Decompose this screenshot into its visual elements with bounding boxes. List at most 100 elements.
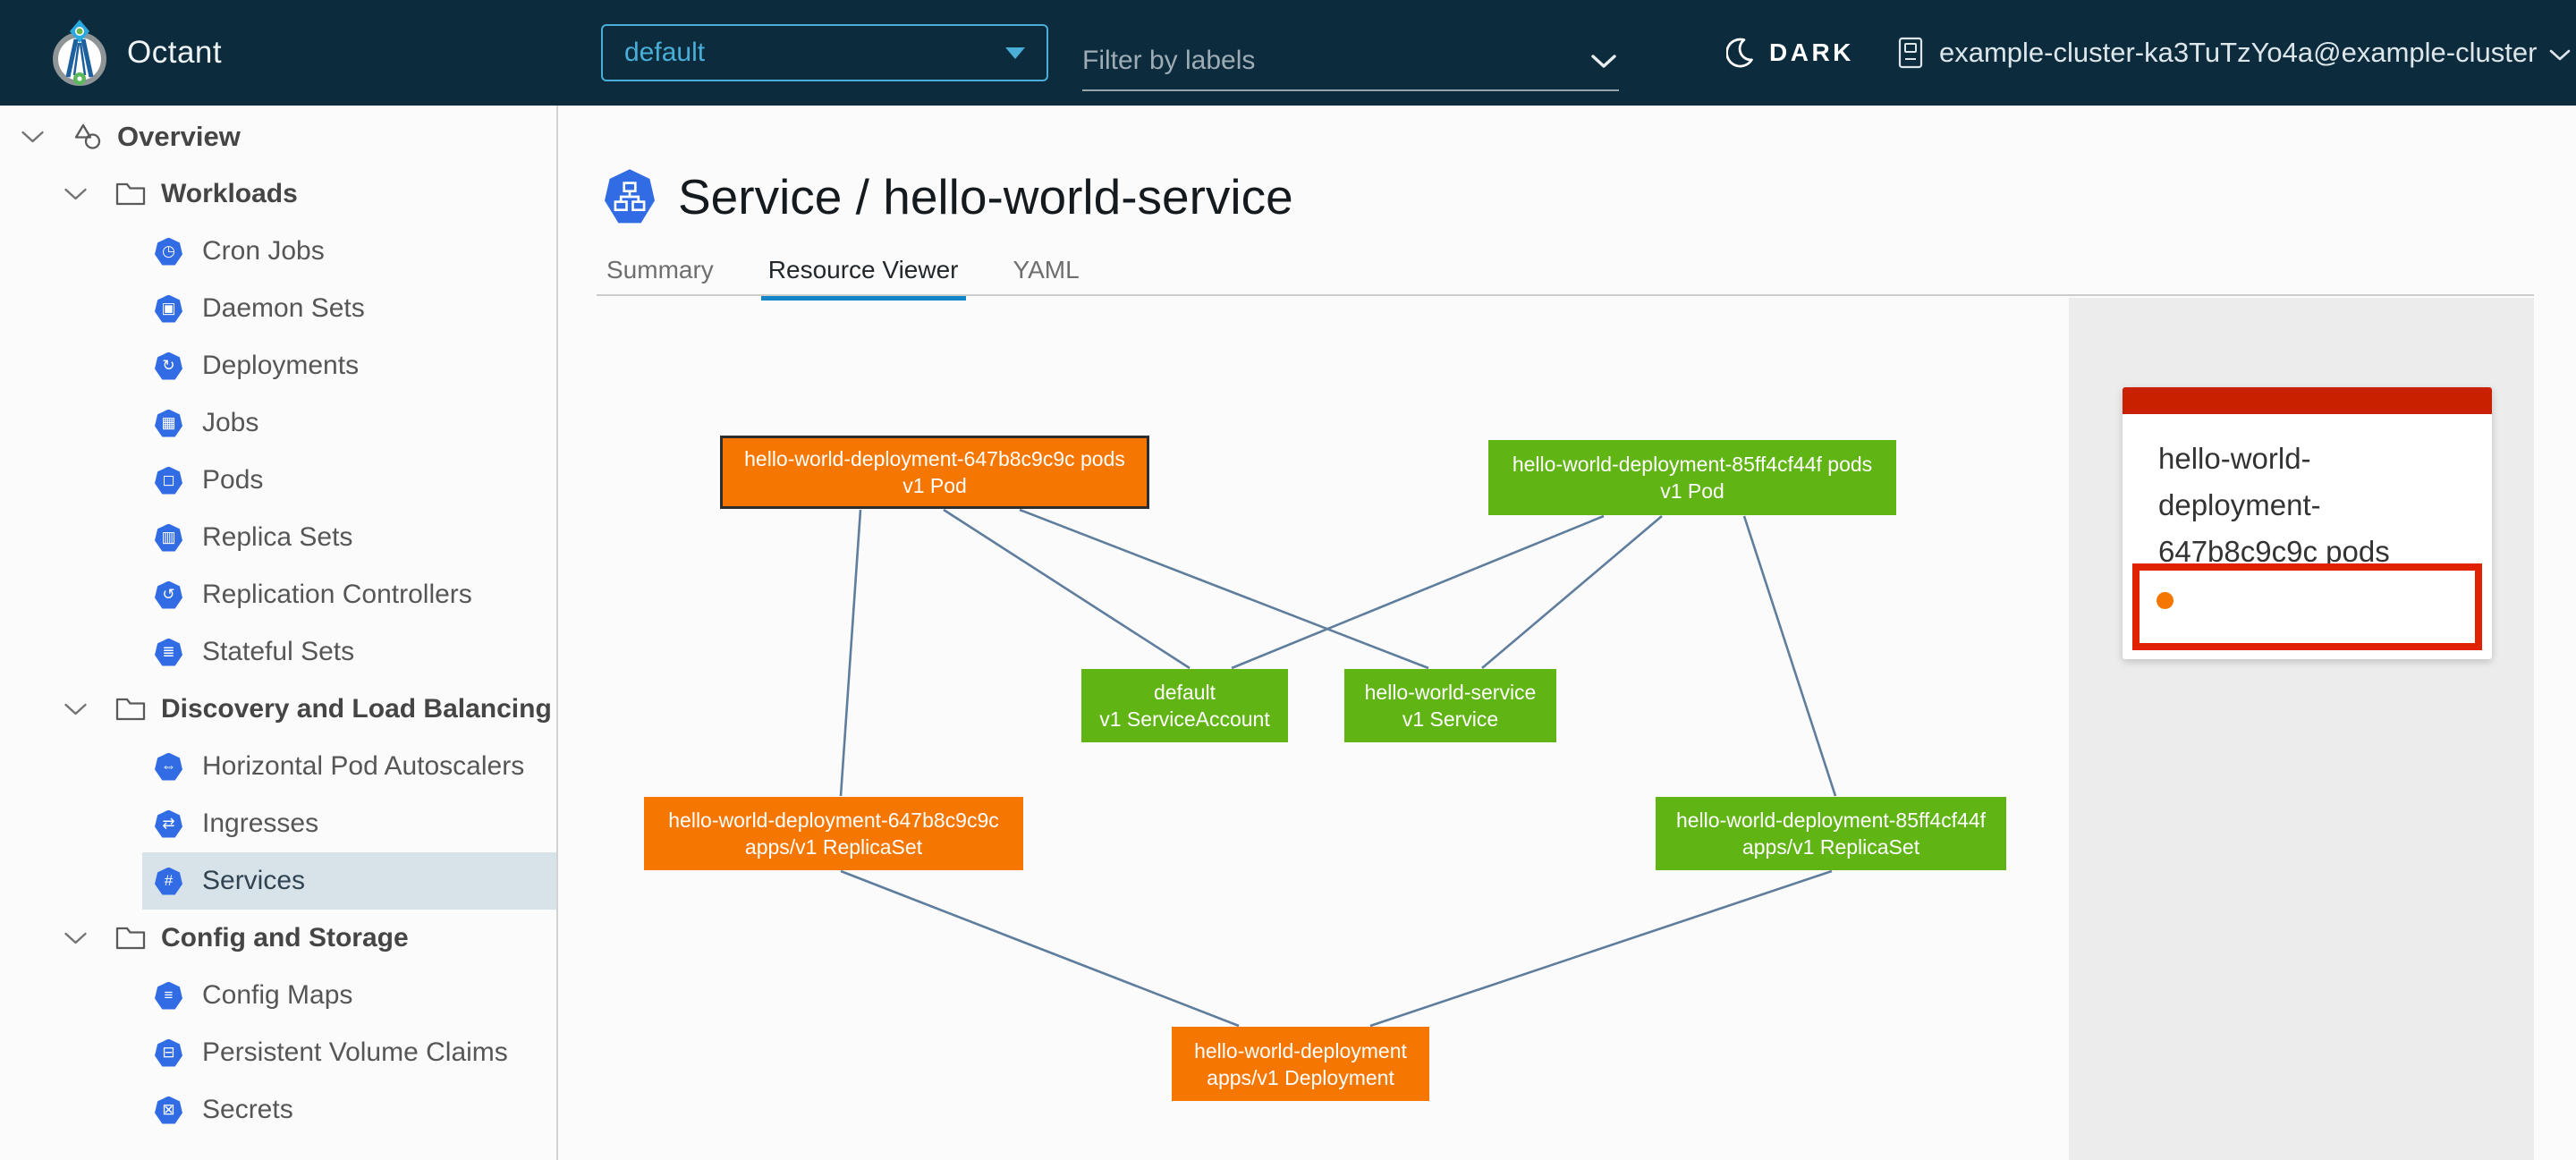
graph-edge [1232, 516, 1604, 668]
sidebar-item-workloads[interactable]: Workloads [0, 165, 556, 223]
node-kind: v1 Pod [902, 472, 967, 499]
sidebar-item-discovery-and-load-balancing[interactable]: Discovery and Load Balancing [0, 681, 556, 738]
caret-down-icon [1005, 47, 1025, 59]
horizontal-pod-autoscalers-icon: ⇔ [155, 753, 182, 781]
chevron-down-icon[interactable] [21, 130, 45, 144]
sidebar-item-label: Services [202, 866, 305, 896]
graph-node-rs-85ff4cf44f[interactable]: hello-world-deployment-85ff4cf44fapps/v1… [1656, 797, 2006, 870]
node-name: hello-world-deployment-647b8c9c9c pods [744, 445, 1125, 472]
sidebar-item-cron-jobs[interactable]: ◷Cron Jobs [142, 223, 556, 280]
octant-logo-icon [50, 13, 109, 93]
sidebar-item-config-maps[interactable]: ≡ Config Maps [142, 967, 556, 1024]
deployments-icon: ↻ [155, 352, 182, 380]
node-name: hello-world-deployment-647b8c9c9c [668, 807, 998, 834]
selected-node-card: hello-world-deployment-647b8c9c9c pods [2123, 387, 2492, 659]
graph-node-pod-647b8c9c9c[interactable]: hello-world-deployment-647b8c9c9c podsv1… [720, 436, 1149, 509]
resource-detail-panel: hello-world-deployment-647b8c9c9c pods [2069, 298, 2534, 1160]
replica-sets-icon: ▥ [155, 524, 182, 552]
pods-icon: ◻ [155, 467, 182, 495]
page-title: Service / hello-world-service [605, 168, 1293, 225]
chevron-down-icon[interactable] [1590, 54, 1617, 70]
pod-status-box[interactable] [2132, 563, 2482, 650]
chevron-down-icon [2549, 49, 2571, 62]
chevron-container [63, 702, 88, 716]
sidebar-item-replication-controllers[interactable]: ↺Replication Controllers [142, 566, 556, 623]
node-name: hello-world-deployment-85ff4cf44f [1676, 807, 1986, 834]
sidebar-item-label: Overview [117, 121, 241, 153]
folder-icon [114, 180, 147, 208]
sidebar-item-label: Workloads [161, 179, 298, 209]
sidebar-item-label: Horizontal Pod Autoscalers [202, 751, 524, 782]
chevron-container [63, 187, 88, 201]
node-kind: apps/v1 ReplicaSet [1742, 834, 1919, 860]
chevron-container [63, 931, 88, 945]
graph-edge [1370, 871, 1832, 1026]
services-icon: # [155, 868, 182, 895]
graph-edge [1482, 516, 1662, 668]
jobs-icon: ▦ [155, 410, 182, 437]
graph-node-rs-647b8c9c9c[interactable]: hello-world-deployment-647b8c9c9capps/v1… [644, 797, 1023, 870]
theme-toggle-button[interactable]: DARK [1726, 0, 1854, 106]
sidebar-item-label: Jobs [202, 408, 258, 438]
replication-controllers-icon: ↺ [155, 581, 182, 609]
node-name: hello-world-deployment-85ff4cf44f pods [1513, 451, 1872, 478]
sidebar-item-label: Pods [202, 465, 263, 495]
card-status-bar [2123, 387, 2492, 414]
sidebar-item-persistent-volume-claims[interactable]: ⊟Persistent Volume Claims [142, 1024, 556, 1081]
applications-icon [72, 121, 104, 153]
tab-summary[interactable]: Summary [605, 247, 716, 301]
context-selector[interactable]: example-cluster-ka3TuTzYo4a@example-clus… [1896, 0, 2571, 106]
chevron-down-icon[interactable] [64, 187, 88, 201]
chevron-down-icon[interactable] [64, 931, 88, 945]
label-filter-input[interactable] [1082, 46, 1565, 76]
sidebar-item-label: Discovery and Load Balancing [161, 694, 552, 724]
folder-icon [114, 924, 147, 953]
namespace-dropdown[interactable]: default [601, 24, 1048, 81]
graph-node-pod-85ff4cf44f[interactable]: hello-world-deployment-85ff4cf44f podsv1… [1488, 440, 1896, 515]
ingresses-icon: ⇄ [155, 810, 182, 838]
theme-toggle-label: DARK [1769, 38, 1854, 67]
graph-node-deployment[interactable]: hello-world-deploymentapps/v1 Deployment [1172, 1027, 1429, 1101]
card-title: hello-world-deployment-647b8c9c9c pods [2123, 414, 2492, 575]
daemon-sets-icon: ▣ [155, 295, 182, 323]
graph-node-service[interactable]: hello-world-servicev1 Service [1344, 669, 1556, 742]
sidebar-item-daemon-sets[interactable]: ▣Daemon Sets [142, 280, 556, 337]
sidebar-item-deployments[interactable]: ↻ Deployments [142, 337, 556, 394]
node-kind: apps/v1 ReplicaSet [745, 834, 922, 860]
node-name: default [1154, 679, 1216, 706]
stateful-sets-icon: ≣ [155, 639, 182, 666]
sidebar-item-overview[interactable]: Overview [0, 108, 556, 165]
graph-node-serviceaccount[interactable]: defaultv1 ServiceAccount [1081, 669, 1288, 742]
chevron-down-icon[interactable] [64, 702, 88, 716]
secrets-icon: ⊠ [155, 1096, 182, 1124]
sidebar-item-services[interactable]: # Services [142, 852, 556, 910]
sidebar-item-replica-sets[interactable]: ▥ Replica Sets [142, 509, 556, 566]
graph-edge [1744, 516, 1835, 796]
config-maps-icon: ≡ [155, 982, 182, 1010]
service-icon [605, 169, 655, 224]
sidebar-item-config-and-storage[interactable]: Config and Storage [0, 910, 556, 967]
sidebar-item-label: Replica Sets [202, 522, 352, 553]
sidebar-item-label: Deployments [202, 351, 359, 381]
cluster-icon [1896, 36, 1925, 70]
sidebar-item-label: Cron Jobs [202, 236, 325, 267]
graph-edge [841, 871, 1239, 1026]
tabs-divider [597, 294, 2534, 296]
sidebar-nav: Overview Workloads ◷Cron Jobs▣Daemon Sets… [0, 106, 558, 1160]
sidebar-item-horizontal-pod-autoscalers[interactable]: ⇔ Horizontal Pod Autoscalers [142, 738, 556, 795]
tab-yaml[interactable]: YAML [1012, 247, 1081, 301]
node-kind: v1 ServiceAccount [1099, 706, 1269, 732]
sidebar-item-pods[interactable]: ◻ Pods [142, 452, 556, 509]
sidebar-item-stateful-sets[interactable]: ≣Stateful Sets [142, 623, 556, 681]
app-title: Octant [127, 0, 222, 106]
sidebar-item-label: Config and Storage [161, 923, 409, 953]
sidebar-item-ingresses[interactable]: ⇄Ingresses [142, 795, 556, 852]
node-kind: v1 Service [1402, 706, 1498, 732]
node-name: hello-world-deployment [1194, 1037, 1407, 1064]
persistent-volume-claims-icon: ⊟ [155, 1039, 182, 1067]
sidebar-item-label: Config Maps [202, 980, 352, 1011]
tab-resource-viewer[interactable]: Resource Viewer [767, 247, 961, 301]
folder-icon [114, 695, 147, 724]
sidebar-item-jobs[interactable]: ▦ Jobs [142, 394, 556, 452]
sidebar-item-secrets[interactable]: ⊠Secrets [142, 1081, 556, 1139]
